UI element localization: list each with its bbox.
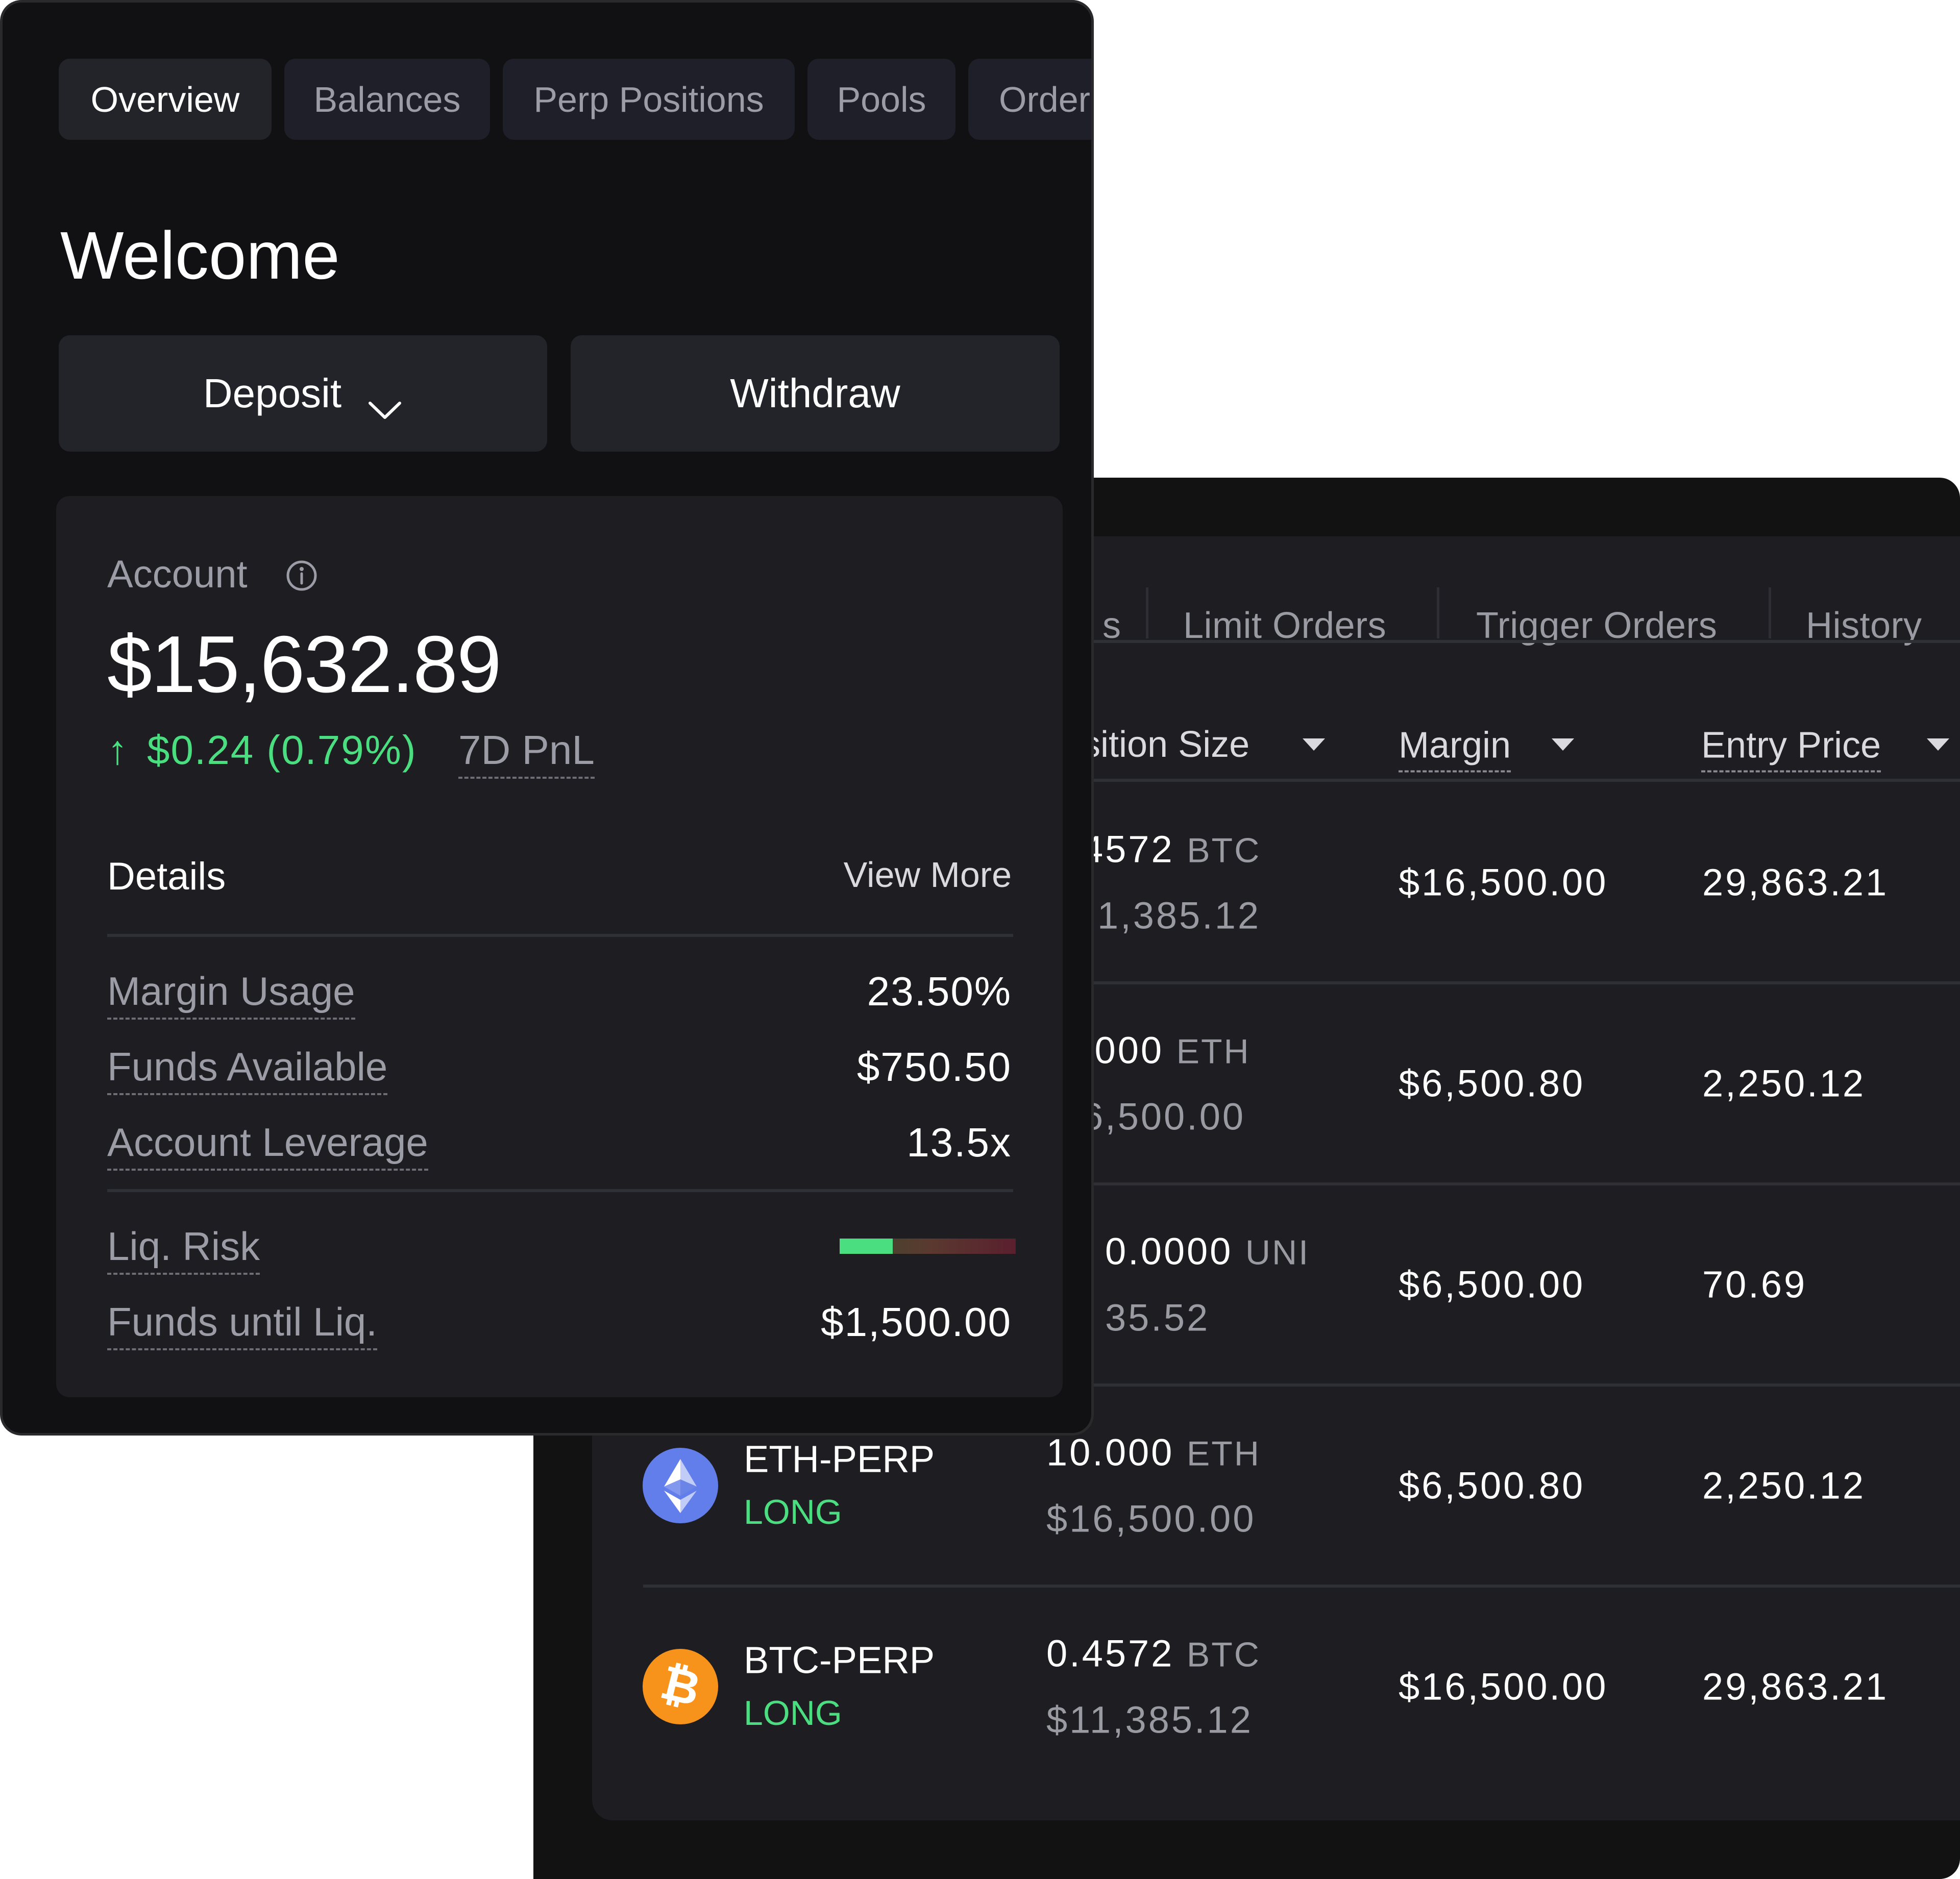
- entry-price-value: 70.69: [1702, 1263, 1807, 1306]
- position-size-amount: .000: [1082, 1029, 1164, 1072]
- position-side: LONG: [744, 1694, 842, 1733]
- position-size: 4572 BTC: [1082, 828, 1261, 871]
- tab-perp-positions[interactable]: Perp Positions: [503, 59, 795, 140]
- account-value: $15,632.89: [107, 620, 502, 709]
- margin-value: $6,500.80: [1399, 1062, 1585, 1105]
- position-size-usd: $16,500.00: [1046, 1497, 1256, 1540]
- entry-price-value: 2,250.12: [1702, 1062, 1866, 1105]
- position-size-usd: $11,385.12: [1046, 1698, 1253, 1741]
- account-leverage-label[interactable]: Account Leverage: [107, 1119, 428, 1171]
- funds-available-value: $750.50: [856, 1044, 1012, 1090]
- margin-value: $6,500.00: [1399, 1263, 1585, 1306]
- liq-risk-fill: [840, 1239, 893, 1254]
- column-header-position-size[interactable]: sition Size: [1082, 724, 1250, 765]
- overview-panel: Overview Balances Perp Positions Pools O…: [0, 0, 1094, 1436]
- entry-price-value: 29,863.21: [1702, 1665, 1889, 1708]
- position-size-unit: BTC: [1186, 1635, 1261, 1674]
- view-more-link[interactable]: View More: [844, 854, 1012, 895]
- row-divider: [643, 1585, 1960, 1588]
- position-size-amount: 0.4572: [1046, 1632, 1174, 1675]
- position-size-usd: 1,385.12: [1097, 894, 1261, 937]
- details-title: Details: [107, 855, 226, 898]
- chevron-down-icon: [367, 383, 403, 419]
- market-name[interactable]: ETH-PERP: [744, 1438, 935, 1481]
- sort-caret-icon[interactable]: [1303, 738, 1325, 751]
- position-size: 0.0000 UNI: [1105, 1230, 1310, 1273]
- tab-separator: [1437, 587, 1439, 638]
- tab-separator: [1769, 587, 1771, 638]
- position-size-unit: ETH: [1186, 1434, 1261, 1473]
- page-title: Welcome: [60, 218, 340, 293]
- eth-coin-icon: [643, 1448, 718, 1523]
- position-size-amount: 10.000: [1046, 1431, 1174, 1474]
- position-size-usd: 6,500.00: [1082, 1095, 1246, 1138]
- tab-orders[interactable]: Orders: [968, 59, 1091, 140]
- position-size-amount: 4572: [1082, 828, 1174, 871]
- column-header-entry-price[interactable]: Entry Price: [1701, 725, 1881, 773]
- tab-balances[interactable]: Balances: [284, 59, 490, 140]
- liq-risk-label[interactable]: Liq. Risk: [107, 1223, 260, 1275]
- margin-usage-label[interactable]: Margin Usage: [107, 968, 355, 1020]
- pnl-value: $0.24 (0.79%): [147, 727, 417, 773]
- withdraw-button[interactable]: Withdraw: [571, 335, 1060, 452]
- liq-risk-bar: [840, 1239, 1016, 1254]
- funds-available-label[interactable]: Funds Available: [107, 1044, 388, 1095]
- deposit-label: Deposit: [203, 370, 342, 416]
- position-size-unit: ETH: [1176, 1032, 1251, 1071]
- position-size: .000 ETH: [1082, 1029, 1251, 1072]
- btc-coin-icon: ₿: [643, 1649, 718, 1724]
- account-leverage-value: 13.5x: [906, 1120, 1012, 1165]
- funds-until-liq-value: $1,500.00: [821, 1299, 1012, 1345]
- sort-caret-icon[interactable]: [1552, 738, 1574, 751]
- position-size-amount: 0.0000: [1105, 1230, 1233, 1273]
- entry-price-value: 2,250.12: [1702, 1464, 1866, 1507]
- details-divider: [107, 934, 1013, 937]
- position-size-usd: 35.52: [1105, 1296, 1210, 1339]
- liq-divider: [107, 1189, 1013, 1192]
- position-size: 10.000 ETH: [1046, 1431, 1261, 1474]
- position-size: 0.4572 BTC: [1046, 1632, 1261, 1675]
- margin-usage-value: 23.50%: [867, 969, 1012, 1014]
- tab-overview[interactable]: Overview: [59, 59, 272, 140]
- entry-price-value: 29,863.21: [1702, 861, 1889, 904]
- tab-separator: [1146, 587, 1148, 638]
- account-card: Account $15,632.89 ↑ $0.24 (0.79%) 7D Pn…: [56, 496, 1063, 1397]
- pnl-period-label[interactable]: 7D PnL: [458, 727, 595, 779]
- pnl-arrow-icon: ↑: [107, 727, 128, 773]
- account-label: Account: [107, 553, 248, 596]
- column-header-margin[interactable]: Margin: [1399, 725, 1511, 773]
- position-side: LONG: [744, 1493, 842, 1531]
- deposit-button[interactable]: Deposit: [59, 335, 547, 452]
- margin-value: $16,500.00: [1399, 1665, 1608, 1708]
- margin-value: $16,500.00: [1399, 861, 1608, 904]
- position-size-unit: BTC: [1187, 831, 1261, 870]
- margin-value: $6,500.80: [1399, 1464, 1585, 1507]
- market-name[interactable]: BTC-PERP: [744, 1639, 935, 1682]
- tab-pools[interactable]: Pools: [807, 59, 955, 140]
- sort-caret-icon[interactable]: [1927, 738, 1949, 751]
- funds-until-liq-label[interactable]: Funds until Liq.: [107, 1299, 377, 1350]
- info-icon[interactable]: [286, 560, 317, 591]
- position-size-unit: UNI: [1245, 1233, 1310, 1272]
